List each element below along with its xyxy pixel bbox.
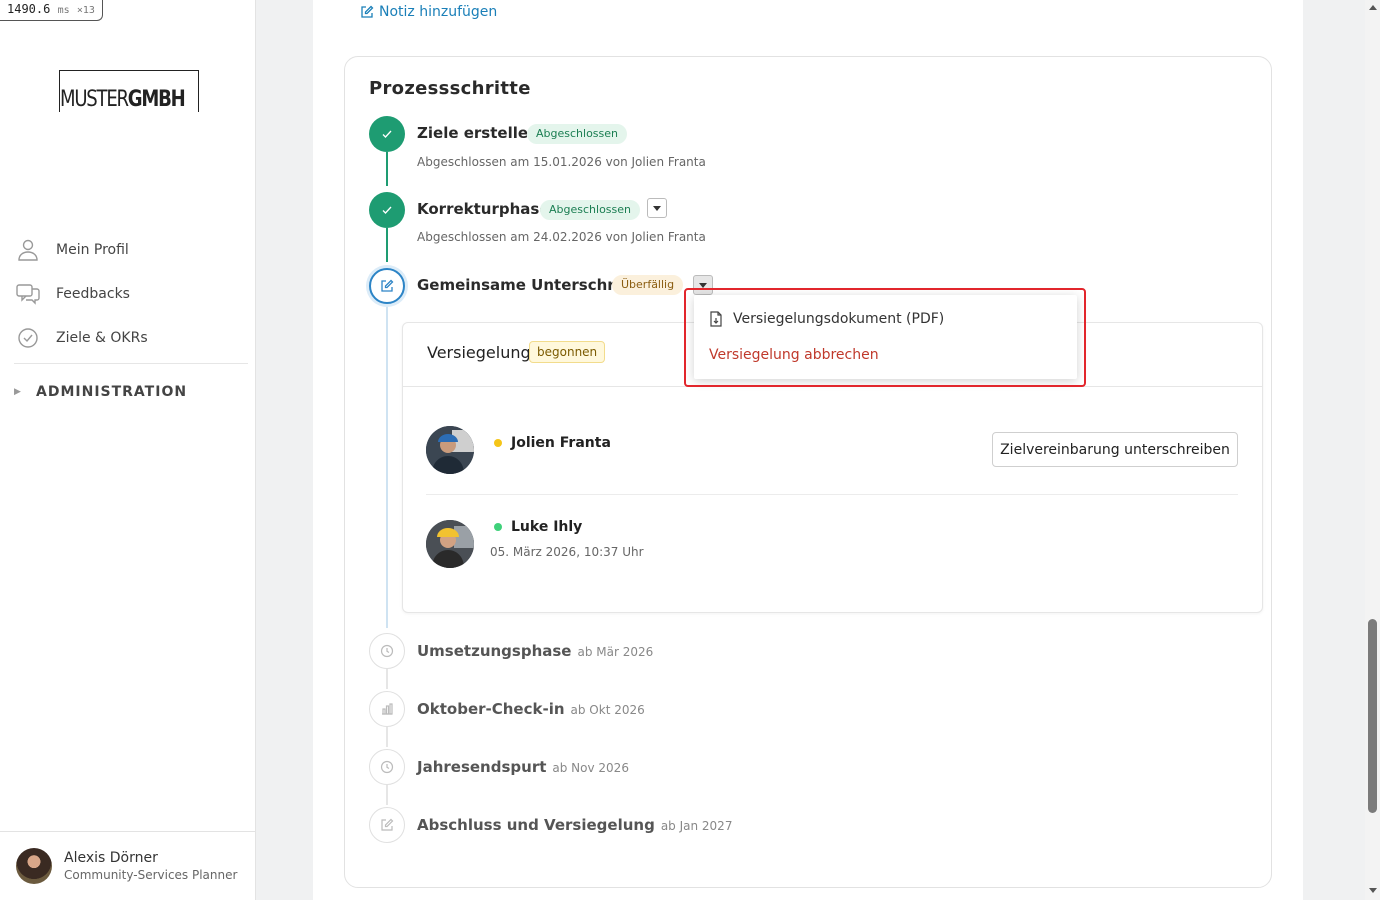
edit-icon — [381, 279, 394, 292]
edit-icon — [381, 818, 394, 831]
company-logo[interactable]: MUSTERGMBH — [59, 70, 199, 113]
status-dot — [494, 439, 502, 447]
sidebar-item-mein-profil[interactable]: Mein Profil — [14, 228, 248, 272]
step-title-ziele-erstellen: Ziele erstellen — [417, 124, 539, 142]
bar-chart-icon — [382, 703, 393, 715]
timeline-connector — [386, 785, 388, 805]
step-done-icon — [369, 116, 405, 152]
seal-title: Versiegelung — [427, 343, 531, 362]
step-menu-button[interactable] — [647, 198, 667, 218]
perf-counter: 1490.6 ms ×13 — [0, 0, 103, 21]
step-title-gemeinsame-unterschrift: Gemeinsame Unterschrift — [417, 276, 634, 294]
avatar — [16, 848, 52, 884]
sidebar: MUSTERGMBH Mein Profil Feedbacks Ziele &… — [0, 0, 256, 900]
step-future-icon — [369, 691, 405, 727]
avatar — [426, 520, 474, 568]
timeline-connector — [386, 228, 388, 262]
timeline-connector — [386, 727, 388, 747]
step-done-icon — [369, 192, 405, 228]
current-user[interactable]: Alexis Dörner Community-Services Planner — [0, 831, 255, 900]
clock-icon — [380, 760, 394, 774]
triangle-right-icon: ▶ — [14, 387, 21, 397]
step-future-icon — [369, 807, 405, 843]
step-subtitle: Abgeschlossen am 15.01.2026 von Jolien F… — [417, 155, 706, 169]
row-divider — [426, 494, 1238, 495]
checkmark-icon — [382, 130, 392, 138]
scroll-up-icon[interactable] — [1369, 5, 1377, 10]
sidebar-item-feedbacks[interactable]: Feedbacks — [14, 272, 248, 316]
timeline-connector — [386, 152, 388, 186]
scroll-down-icon[interactable] — [1369, 888, 1377, 893]
step-future-icon — [369, 749, 405, 785]
timeline-connector — [386, 669, 388, 689]
status-badge: Überfällig — [612, 275, 684, 295]
scrollbar-thumb[interactable] — [1368, 619, 1377, 813]
card-title: Prozessschritte — [369, 78, 531, 99]
person-icon — [18, 239, 38, 261]
signed-date: 05. März 2026, 10:37 Uhr — [490, 545, 644, 559]
status-dot — [494, 523, 502, 531]
checkmark-icon — [382, 206, 392, 214]
sidebar-section-administration[interactable]: ▶ ADMINISTRATION — [14, 364, 248, 420]
add-note-link[interactable]: Notiz hinzufügen — [360, 4, 497, 20]
step-title-abschluss-und-versiegelung: Abschluss und Versiegelung ab Jan 2027 — [417, 816, 733, 834]
avatar — [426, 426, 474, 474]
status-badge: Abgeschlossen — [540, 200, 640, 220]
step-title-umsetzungsphase: Umsetzungsphase ab Mär 2026 — [417, 642, 654, 660]
timeline-connector — [386, 306, 388, 628]
status-badge: Abgeschlossen — [527, 124, 627, 144]
step-title-oktober-check-in: Oktober-Check-in ab Okt 2026 — [417, 700, 645, 718]
step-title-jahresendspurt: Jahresendspurt ab Nov 2026 — [417, 758, 629, 776]
edit-icon — [361, 5, 374, 18]
step-subtitle: Abgeschlossen am 24.02.2026 von Jolien F… — [417, 230, 706, 244]
chat-icon — [16, 284, 40, 305]
signer-name: Luke Ihly — [494, 519, 582, 535]
sidebar-nav: Mein Profil Feedbacks Ziele & OKRs ▶ ADM… — [14, 228, 248, 420]
step-title-korrekturphase: Korrekturphase — [417, 200, 550, 218]
highlight-outline — [684, 288, 1086, 387]
step-future-icon — [369, 633, 405, 669]
clock-icon — [380, 644, 394, 658]
check-circle-icon — [18, 328, 38, 348]
sidebar-item-ziele-okrs[interactable]: Ziele & OKRs — [14, 316, 248, 360]
step-active-icon — [369, 268, 405, 304]
sign-agreement-button[interactable]: Zielvereinbarung unterschreiben — [992, 432, 1238, 467]
seal-status-badge: begonnen — [529, 341, 606, 363]
signer-name: Jolien Franta — [494, 435, 611, 451]
